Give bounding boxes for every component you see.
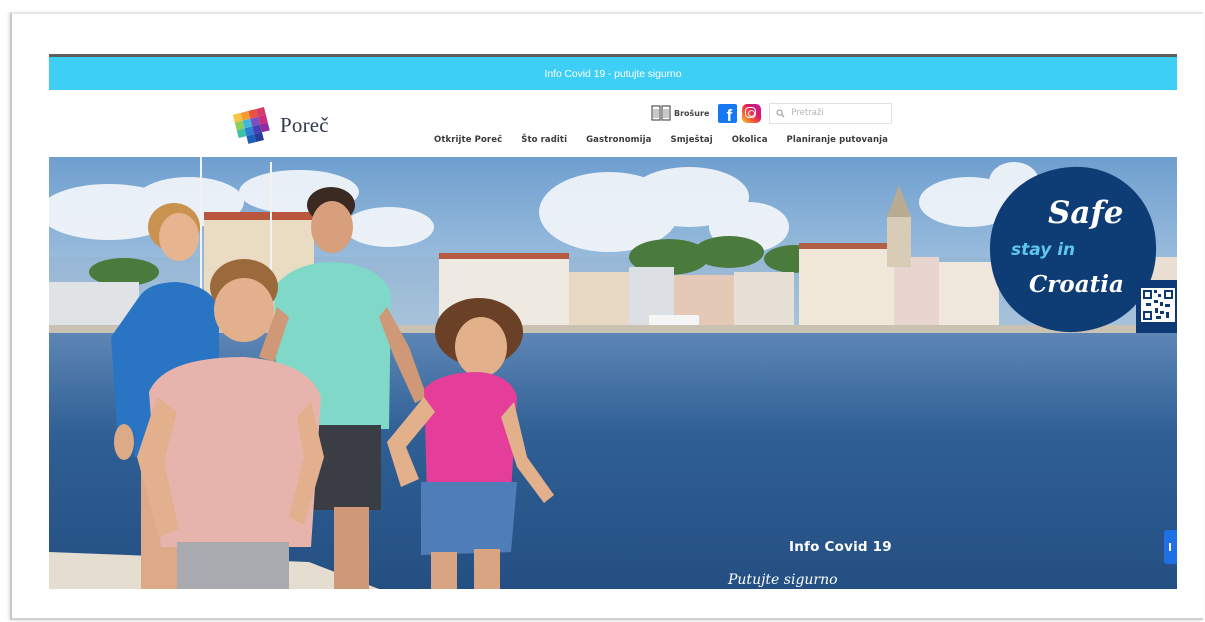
safe-stay-badge[interactable]: Safe stay in Croatia [987,163,1159,335]
qr-code-icon[interactable] [1136,280,1177,333]
facebook-icon[interactable]: f [718,103,738,123]
nav-item-planiranje-putovanja[interactable]: Planiranje putovanja [787,135,888,145]
facebook-glyph: f [726,105,733,123]
side-tab-icon[interactable] [1164,530,1177,564]
logo-mark-icon [232,107,270,144]
nav-item-okolica[interactable]: Okolica [732,135,768,145]
hero-info-subtitle[interactable]: Putujte sigurno [728,572,838,588]
search-input[interactable] [791,108,887,118]
qr-pattern [1141,288,1175,322]
search-icon [776,109,785,118]
hero-info-title[interactable]: Info Covid 19 [789,539,892,555]
badge-croatia-text: Croatia [1029,271,1124,298]
nav-item-sto-raditi[interactable]: Što raditi [521,135,567,145]
hero-banner[interactable]: Safe stay in Croatia Info Covid 19 Putuj… [49,157,1177,589]
main-nav: Otkrijte Poreč Što raditi Gastronomija S… [434,133,888,147]
book-icon [651,105,671,121]
nav-item-gastronomija[interactable]: Gastronomija [586,135,651,145]
logo-text[interactable]: Poreč [280,113,329,138]
badge-stay-text: stay in [1011,240,1076,260]
brochure-label[interactable]: Brošure [674,109,709,118]
badge-safe-text: Safe [1048,195,1124,231]
search-box[interactable] [769,102,893,124]
instagram-icon[interactable] [742,103,762,123]
utility-bar: Brošure f [651,102,893,124]
nav-item-otkrijte-porec[interactable]: Otkrijte Poreč [434,135,502,145]
porec-logo[interactable]: Poreč [232,104,329,146]
covid-info-bar[interactable]: Info Covid 19 - putujte sigurno [49,57,1177,90]
brochure-link[interactable]: Brošure [651,103,709,123]
covid-info-bar-text[interactable]: Info Covid 19 - putujte sigurno [545,68,682,80]
nav-item-smjestaj[interactable]: Smještaj [671,135,713,145]
